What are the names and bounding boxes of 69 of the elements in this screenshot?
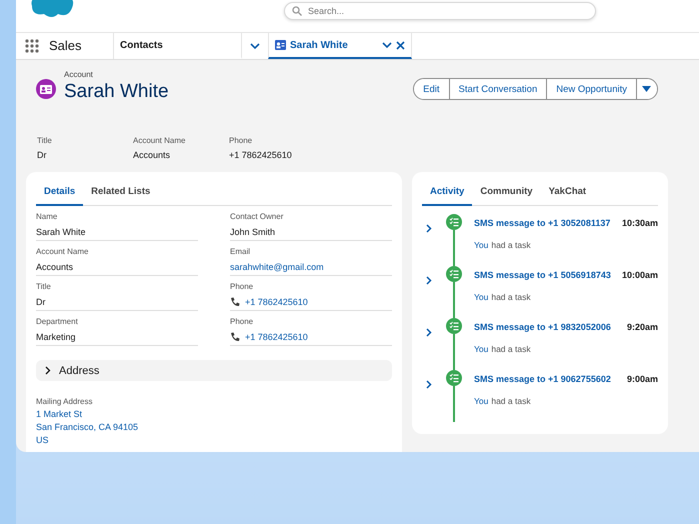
activity-title[interactable]: SMS message to +1 3052081137 [474,218,610,228]
field-value: +1 7862425610 [229,150,293,160]
phone-icon [230,332,240,342]
app-launcher-icon[interactable] [25,39,39,53]
email-link[interactable]: sarahwhite@gmail.com [230,262,324,272]
actor-link[interactable]: You [474,292,488,302]
field-label: Contact Owner [230,212,284,221]
field-label: Title [36,282,52,291]
chevron-right-icon [426,328,432,337]
field-label: Account Name [133,136,186,145]
chevron-down-icon [250,42,260,50]
activity-title[interactable]: SMS message to +1 9832052006 [474,322,611,332]
activity-title[interactable]: SMS message to +1 9062755602 [474,374,611,384]
chevron-right-icon [426,224,432,233]
activity-time: 9:00am [626,374,658,384]
tab[interactable]: Details [36,180,84,206]
phone-link[interactable]: +1 7862425610 [245,296,308,306]
activity-text: had a task [491,396,531,406]
field-label: Title [37,136,53,145]
field-label: Department [36,317,79,326]
chevron-down-icon [382,42,392,48]
activity-time: 10:30am [622,218,658,228]
activity-text: had a task [491,292,531,302]
field-value: Sarah White [36,226,87,237]
nav-tab[interactable]: Sarah White [268,33,412,59]
close-icon [396,40,405,50]
activity-text: had a task [491,240,531,250]
chevron-right-icon [426,380,432,389]
field-label: Mailing Address [36,397,94,406]
field-value: Accounts [133,150,172,160]
phone-link[interactable]: +1 7862425610 [245,332,308,342]
activity-text: had a task [491,344,531,354]
tab[interactable]: Related Lists [83,180,158,206]
field-label: Phone [229,136,254,145]
activity-time: 10:00am [622,270,658,280]
address-line[interactable]: US [36,435,392,445]
activity-time: 9:20am [626,322,658,332]
field-value: John Smith [230,226,276,237]
field-label: Phone [230,282,254,291]
tab[interactable]: YakChat [540,180,594,206]
field-value: Dr [37,150,48,160]
contact-card-icon [275,40,286,50]
contact-card-icon [40,84,52,94]
address-line[interactable]: San Francisco, CA 94105 [36,422,392,432]
record-title: Sarah White [64,81,169,103]
phone-icon [230,296,240,306]
object-label: Account [64,70,94,79]
tab[interactable]: Community [472,180,541,206]
nav-tab[interactable]: Contacts [114,33,242,59]
field-value: Marketing [36,331,77,342]
actor-link[interactable]: You [474,240,488,250]
section-header[interactable]: Address [36,360,392,381]
chevron-right-icon [426,276,432,285]
search-field[interactable]: Search... [284,2,596,20]
actor-link[interactable]: You [474,396,488,406]
activity-title[interactable]: SMS message to +1 5056918743 [474,270,611,280]
field-value: Dr [36,296,46,307]
field-value: Accounts [36,261,74,272]
action-button[interactable]: Edit [414,79,450,99]
field-label: Email [230,247,252,256]
field-label: Account Name [36,247,90,256]
actor-link[interactable]: You [474,344,488,354]
address-line[interactable]: 1 Market St [36,409,392,419]
search-icon [292,6,302,16]
field-label: Phone [230,317,254,326]
app-name: Sales [49,33,114,59]
caret-down-icon [642,86,651,92]
field-label: Name [36,212,58,221]
tab[interactable]: Activity [422,180,472,206]
